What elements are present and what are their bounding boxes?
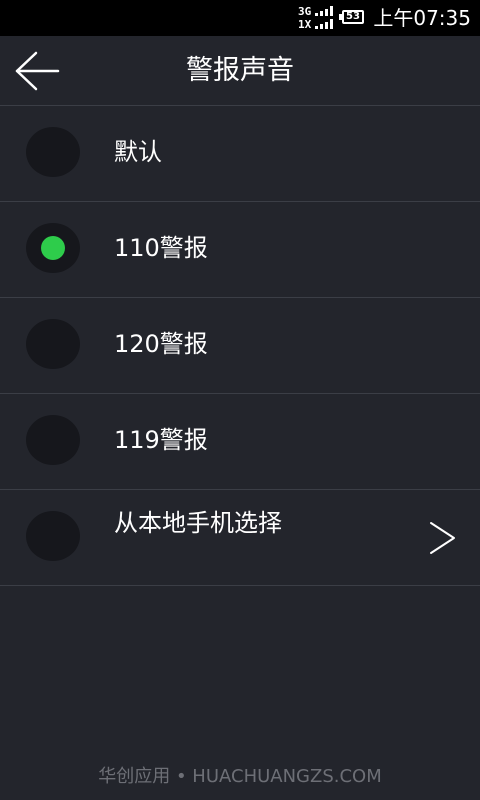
option-label: 120警报 (114, 330, 208, 358)
chevron-right-icon (428, 520, 458, 556)
battery-icon: 53 (339, 10, 364, 24)
signal-indicator: 3G 1X (298, 4, 336, 32)
option-choose-from-phone[interactable]: 从本地手机选择 (0, 490, 480, 586)
app-header: 警报声音 (0, 36, 480, 106)
alarm-sound-list: 默认 110警报 120警报 119警报 从本地手机选择 (0, 106, 480, 586)
network-type-top: 3G (298, 5, 312, 18)
signal-bars-icon (315, 19, 333, 29)
option-120-alarm[interactable]: 120警报 (0, 298, 480, 394)
option-119-alarm[interactable]: 119警报 (0, 394, 480, 490)
status-time: 上午07:35 (373, 6, 471, 30)
watermark-text: 华创应用 • HUACHUANGZS.COM (98, 766, 382, 787)
option-default[interactable]: 默认 (0, 106, 480, 202)
radio-button[interactable] (26, 319, 80, 369)
selected-dot-icon (41, 236, 65, 260)
status-bar: 3G 1X 53 上午07:35 (0, 0, 480, 36)
radio-button[interactable] (26, 511, 80, 561)
network-type-bottom: 1X (298, 18, 312, 31)
radio-button[interactable] (26, 415, 80, 465)
option-label: 从本地手机选择 (114, 509, 282, 537)
signal-bars-icon (315, 6, 333, 16)
option-label: 默认 (114, 138, 162, 166)
radio-button[interactable] (26, 127, 80, 177)
option-label: 119警报 (114, 426, 208, 454)
battery-level: 53 (346, 11, 360, 22)
option-label: 110警报 (114, 234, 208, 262)
page-title: 警报声音 (186, 55, 294, 86)
option-110-alarm[interactable]: 110警报 (0, 202, 480, 298)
radio-button-selected[interactable] (26, 223, 80, 273)
